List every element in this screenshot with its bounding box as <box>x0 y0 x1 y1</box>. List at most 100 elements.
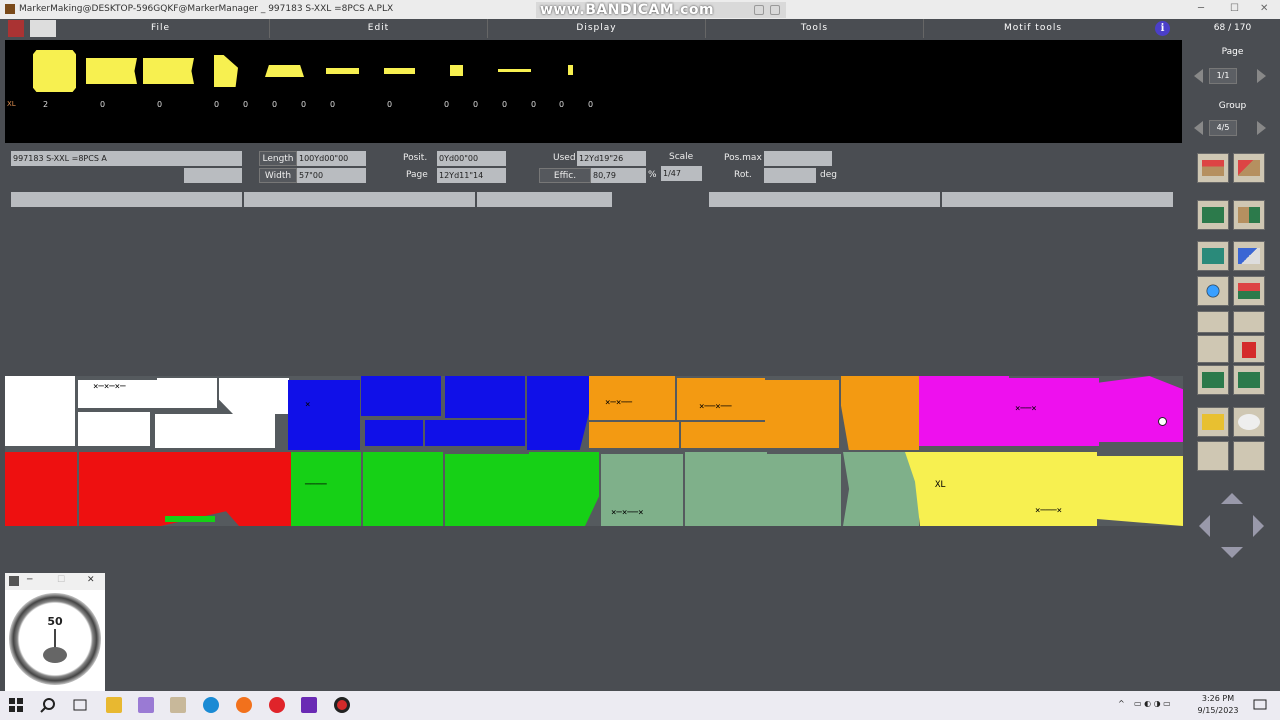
menu-tools[interactable]: Tools <box>706 19 924 38</box>
menu-file[interactable]: File <box>52 19 270 38</box>
piece-band[interactable] <box>326 68 359 74</box>
piece-block-green[interactable] <box>445 454 529 526</box>
piece-back[interactable] <box>86 58 137 84</box>
gauge-maximize-button[interactable]: ☐ <box>57 575 65 585</box>
tray-network-icon[interactable]: ▭ ◐ ◑ ▭ <box>1134 699 1171 708</box>
maximize-button[interactable]: ☐ <box>1230 3 1239 14</box>
bandicam-record-icon[interactable] <box>334 697 350 713</box>
length-field[interactable]: 100Yd00"00 <box>297 151 366 166</box>
lightning-icon[interactable] <box>1197 407 1229 437</box>
swap-icon[interactable] <box>1233 335 1265 363</box>
piece-tab[interactable] <box>568 65 573 75</box>
nudge-left-icon[interactable] <box>1199 515 1210 537</box>
piece-block-white[interactable] <box>219 378 289 414</box>
width-field[interactable]: 57"00 <box>297 168 366 183</box>
tool-icon[interactable] <box>8 20 24 37</box>
marker-layout[interactable]: ×─×─×─ × ×─×── ×──×── ──── ×─×──× XL ×──… <box>5 376 1183 526</box>
tray-chevron-icon[interactable]: ^ <box>1118 699 1125 708</box>
piece-block-blue[interactable] <box>365 420 423 446</box>
tool-grid-icon[interactable] <box>1197 441 1229 471</box>
piece-block-green[interactable] <box>363 452 443 526</box>
fold-icon[interactable] <box>1233 365 1265 395</box>
piece-block-orange[interactable] <box>841 376 919 450</box>
piece-back[interactable] <box>143 58 194 84</box>
marker-sub-field[interactable] <box>184 168 242 183</box>
layout-alt-icon[interactable] <box>1233 311 1265 333</box>
clock-time[interactable]: 3:26 PM <box>1196 694 1240 703</box>
menu-display[interactable]: Display <box>488 19 706 38</box>
used-field[interactable]: 12Yd19"26 <box>577 151 646 166</box>
piece-block-white[interactable] <box>155 414 275 448</box>
piece-strip[interactable] <box>498 69 531 72</box>
piece-block-blue[interactable] <box>361 376 441 416</box>
group-next-icon[interactable] <box>1257 121 1266 135</box>
pos-max-field[interactable] <box>764 151 832 166</box>
piece-block-sage[interactable] <box>685 452 767 526</box>
piece-block-red[interactable] <box>5 452 77 526</box>
scale-field[interactable]: 1/47 <box>661 166 702 181</box>
info-icon[interactable]: i <box>1155 21 1170 36</box>
piece-block-blue[interactable] <box>445 376 525 418</box>
clock-date[interactable]: 9/15/2023 <box>1196 706 1240 715</box>
file-explorer-icon[interactable] <box>106 697 122 713</box>
page-next-icon[interactable] <box>1257 69 1266 83</box>
piece-front[interactable] <box>33 50 76 92</box>
pin-icon[interactable] <box>1197 365 1229 395</box>
zoom-icon[interactable] <box>1197 276 1229 306</box>
piece-block-white[interactable] <box>5 376 75 446</box>
rotate-up-icon[interactable] <box>1197 153 1229 183</box>
search-icon[interactable] <box>40 697 56 713</box>
piece-block-white[interactable] <box>78 412 150 446</box>
page-length-field[interactable]: 12Yd11"14 <box>437 168 506 183</box>
piece-block-orange[interactable] <box>765 380 839 448</box>
minimize-button[interactable]: ─ <box>1198 3 1204 14</box>
posit-field[interactable]: 0Yd00"00 <box>437 151 506 166</box>
piece-pocket[interactable] <box>450 65 463 76</box>
piece-block-blue[interactable] <box>288 380 360 450</box>
piece-block-sage[interactable] <box>767 454 841 526</box>
overlap-icon[interactable] <box>1197 335 1229 363</box>
align-left-icon[interactable] <box>1197 200 1229 230</box>
piece-collar[interactable] <box>265 65 304 77</box>
piece-block-orange[interactable] <box>677 378 765 420</box>
menu-motif-tools[interactable]: Motif tools <box>924 19 1142 38</box>
piece-block-green[interactable] <box>165 516 215 522</box>
piece-block-red[interactable] <box>161 452 291 526</box>
tool-grid-alt-icon[interactable] <box>1233 441 1265 471</box>
piece-block-blue[interactable] <box>425 420 525 446</box>
piece-block-blue[interactable] <box>527 376 589 450</box>
flip-icon[interactable] <box>1233 241 1265 271</box>
piece-block-magenta[interactable] <box>1099 376 1183 442</box>
marker-manager-icon[interactable] <box>170 697 186 713</box>
nudge-right-icon[interactable] <box>1253 515 1264 537</box>
close-button[interactable]: ✕ <box>1260 3 1268 14</box>
page-prev-icon[interactable] <box>1194 69 1203 83</box>
piece-sleeve[interactable] <box>214 55 238 87</box>
task-view-icon[interactable] <box>72 697 88 713</box>
piece-band[interactable] <box>384 68 415 74</box>
efficiency-field[interactable]: 80,79 <box>591 168 646 183</box>
firefox-icon[interactable] <box>236 697 252 713</box>
group-move-icon[interactable] <box>1197 241 1229 271</box>
nudge-up-icon[interactable] <box>1221 493 1243 504</box>
piece-select-icon[interactable] <box>1233 276 1265 306</box>
menu-edit[interactable]: Edit <box>270 19 488 38</box>
nudge-down-icon[interactable] <box>1221 547 1243 558</box>
piece-block-sage[interactable] <box>843 452 919 526</box>
gauge-minimize-button[interactable]: ─ <box>27 575 32 585</box>
piece-block-green[interactable] <box>529 452 599 526</box>
rotation-field[interactable] <box>764 168 816 183</box>
group-prev-icon[interactable] <box>1194 121 1203 135</box>
piece-block-orange[interactable] <box>589 422 679 448</box>
piece-block-magenta[interactable] <box>919 376 1009 446</box>
layout-icon[interactable] <box>1197 311 1229 333</box>
marker-app-icon[interactable] <box>138 697 154 713</box>
align-split-icon[interactable] <box>1233 200 1265 230</box>
piece-block-white[interactable] <box>157 378 217 408</box>
piece-block-orange[interactable] <box>681 422 765 448</box>
edge-icon[interactable] <box>203 697 219 713</box>
piece-block-red[interactable] <box>79 452 161 526</box>
gear-icon[interactable] <box>1233 407 1265 437</box>
piece-block-yellow[interactable] <box>905 452 1005 526</box>
windows-start-icon[interactable] <box>8 697 24 713</box>
